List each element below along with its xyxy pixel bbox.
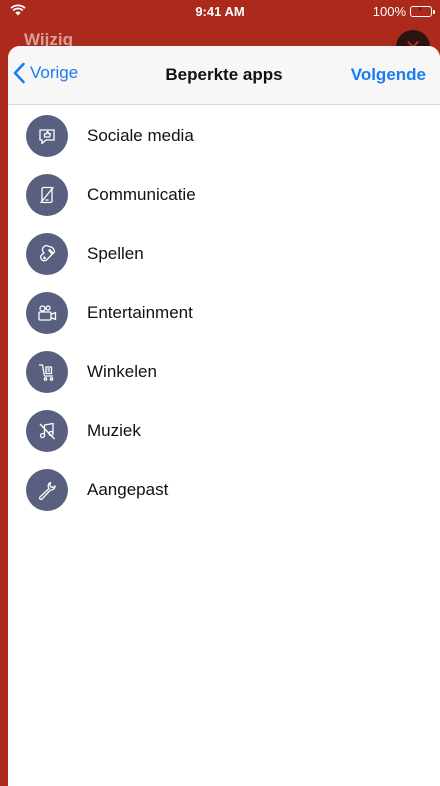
modal-sheet: Vorige Beperkte apps Volgende Sociale me… (8, 46, 440, 786)
list-item-entertainment[interactable]: Entertainment (8, 283, 440, 342)
status-bar: 9:41 AM 100% (0, 0, 440, 22)
communication-blocked-icon (26, 173, 68, 216)
list-item-label: Sociale media (87, 125, 194, 145)
list-item-communication[interactable]: Communicatie (8, 165, 440, 224)
list-item-custom[interactable]: Aangepast (8, 460, 440, 519)
list-item-games[interactable]: Spellen (8, 224, 440, 283)
list-item-music[interactable]: Muziek (8, 401, 440, 460)
navigation-bar: Vorige Beperkte apps Volgende (8, 46, 440, 105)
music-blocked-icon (26, 409, 68, 452)
list-item-label: Winkelen (87, 361, 157, 381)
list-item-shopping[interactable]: Winkelen (8, 342, 440, 401)
wrench-icon (26, 468, 68, 511)
battery-status: 100% (372, 3, 435, 19)
next-button[interactable]: Volgende (351, 65, 426, 85)
social-media-icon (26, 114, 68, 157)
battery-icon (410, 5, 435, 17)
game-controller-icon (26, 232, 68, 275)
list-item-social-media[interactable]: Sociale media (8, 106, 440, 165)
list-item-label: Muziek (87, 420, 141, 440)
list-item-label: Spellen (87, 243, 144, 263)
battery-percentage: 100% (372, 3, 406, 19)
list-item-label: Aangepast (87, 479, 169, 499)
shopping-cart-icon (26, 350, 68, 393)
video-camera-icon (26, 291, 68, 334)
category-list: Sociale media Communicatie Spellen Enter… (8, 106, 440, 519)
list-item-label: Communicatie (87, 184, 196, 204)
list-item-label: Entertainment (87, 302, 193, 322)
